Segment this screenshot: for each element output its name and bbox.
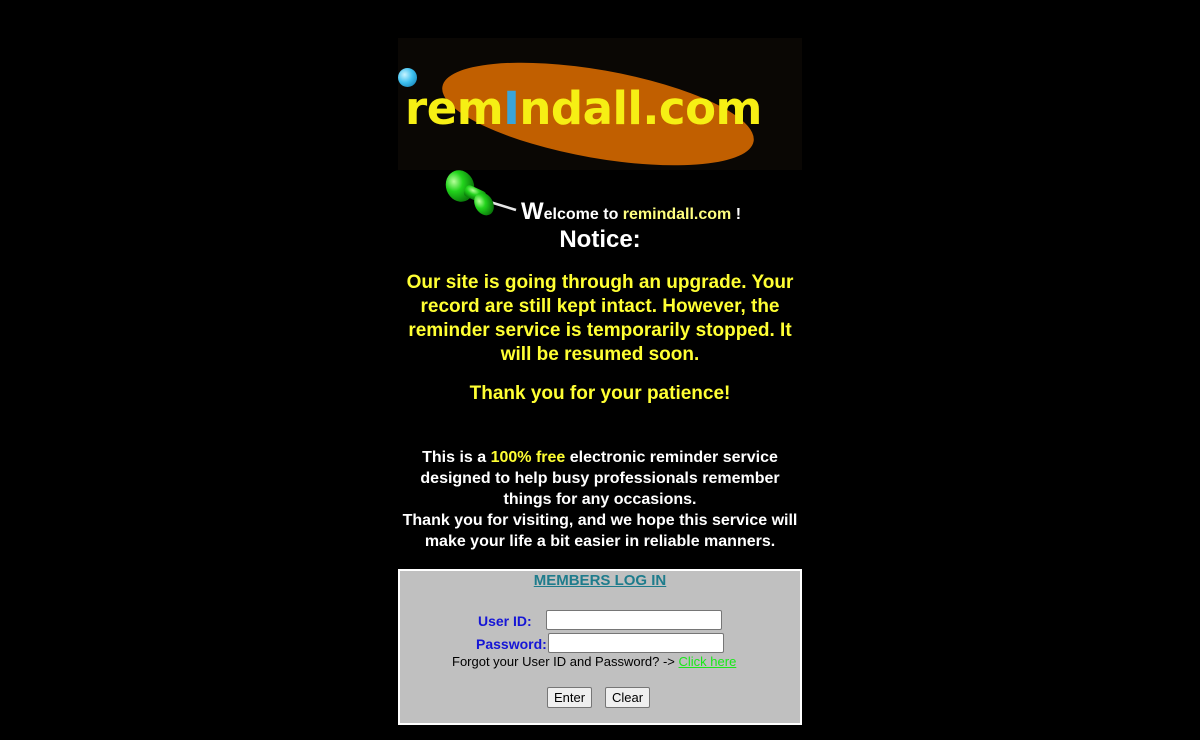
logo-highlight: I — [503, 82, 520, 135]
about-text: This is a 100% free electronic reminder … — [398, 447, 802, 552]
welcome-end: ! — [731, 206, 742, 223]
thanks-message: Thank you for your patience! — [469, 383, 731, 404]
about-part1: This is a — [422, 449, 491, 466]
site-logo: remIndall.com — [398, 38, 802, 170]
welcome-site: remindall.com — [622, 206, 732, 223]
welcome-text: Welcome to remindall.com ! — [521, 198, 741, 226]
logo-text: remIndall.com — [405, 80, 762, 138]
pushpin-icon — [445, 170, 517, 216]
welcome-big-letter: W — [521, 198, 544, 225]
logo-prefix: rem — [405, 82, 504, 135]
user-id-input[interactable] — [546, 610, 722, 630]
login-box: MEMBERS LOG IN User ID: Password: Forgot… — [398, 569, 802, 725]
upgrade-message: Our site is going through an upgrade. Yo… — [406, 272, 794, 365]
welcome-rest: elcome to — [543, 206, 623, 223]
forgot-text: Forgot your User ID and Password? -> — [452, 654, 679, 669]
clear-button[interactable]: Clear — [605, 687, 651, 708]
forgot-credentials: Forgot your User ID and Password? -> Cli… — [452, 654, 736, 669]
password-label: Password: — [476, 636, 547, 652]
notice-title: Notice: — [559, 226, 641, 253]
about-free: 100% free — [490, 449, 566, 466]
enter-button[interactable]: Enter — [547, 687, 593, 708]
welcome-row: Welcome to remindall.com ! — [398, 170, 802, 226]
password-input[interactable] — [548, 633, 724, 653]
forgot-link[interactable]: Click here — [679, 654, 737, 669]
about-part3: Thank you for visiting, and we hope this… — [402, 512, 798, 550]
main-column: remIndall.com Welcome to remindall.com !… — [398, 38, 802, 725]
user-id-label: User ID: — [478, 613, 532, 629]
logo-suffix: ndall.com — [519, 82, 762, 135]
login-title[interactable]: MEMBERS LOG IN — [400, 572, 800, 589]
